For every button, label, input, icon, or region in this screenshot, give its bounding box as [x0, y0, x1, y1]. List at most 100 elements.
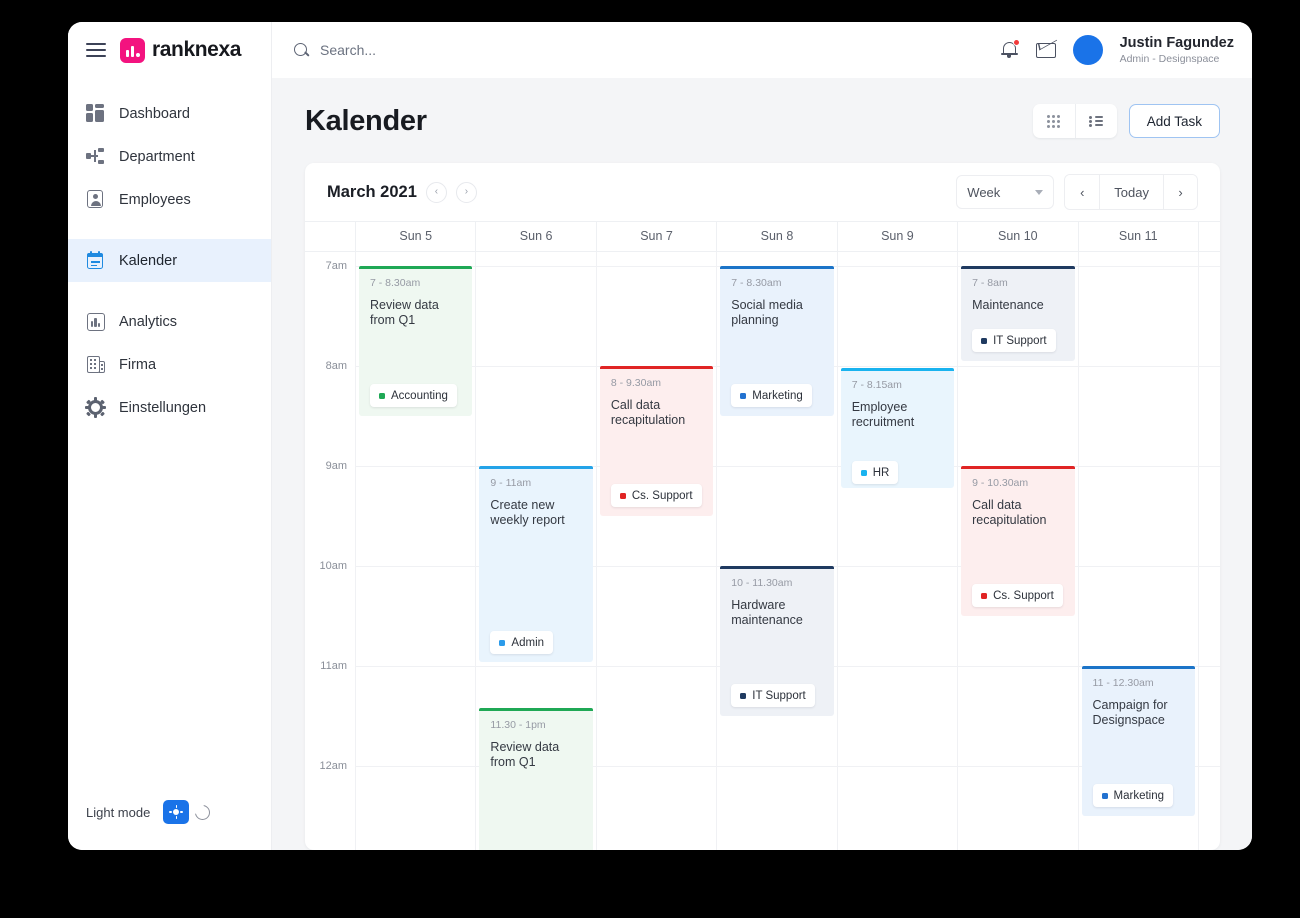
building-icon [86, 355, 105, 374]
light-mode-label: Light mode [86, 804, 151, 820]
event-title: Review data from Q1 [370, 298, 439, 327]
bell-icon[interactable] [1000, 39, 1020, 60]
event-accent-bar [359, 266, 473, 269]
event-title: Call data recapitulation [610, 398, 686, 427]
day-column-partial[interactable] [1197, 252, 1220, 850]
event-tag[interactable]: HR [851, 461, 899, 484]
day-column[interactable]: 8 - 9.30am Call data recapitulation Cs. Su… [595, 252, 716, 850]
event-tag[interactable]: Marketing [1092, 784, 1174, 807]
event-time: 7 - 8.30am [731, 277, 782, 289]
sidebar-divider [68, 282, 271, 300]
brand-name: ranknexa [152, 38, 242, 61]
event-tag[interactable]: IT Support [731, 684, 815, 707]
sidebar-item-label: Einstellungen [119, 399, 207, 416]
avatar[interactable] [1072, 35, 1103, 65]
page-header: Kalender Add Task [305, 104, 1220, 138]
sidebar-item-label: Kalender [119, 252, 178, 269]
hour-label: 8am [325, 360, 347, 372]
tag-label: IT Support [993, 334, 1047, 347]
hour-label: 10am [319, 560, 347, 572]
tag-label: Marketing [752, 389, 803, 402]
sidebar-item-department[interactable]: Department [68, 135, 271, 178]
event-time: 7 - 8.15am [851, 379, 902, 391]
mail-icon[interactable] [1035, 42, 1056, 58]
calendar-day-headers: Sun 5 Sun 6 Sun 7 Sun 8 Sun 9 Sun 10 Sun 11 [305, 222, 1220, 252]
event-title: Social media planning [731, 298, 803, 327]
tag-label: Accounting [391, 389, 448, 402]
chevron-left-icon[interactable]: ‹ [425, 181, 447, 203]
sun-icon[interactable] [163, 800, 190, 824]
event-accent-bar [961, 466, 1075, 469]
sidebar-item-kalender[interactable]: Kalender [68, 239, 271, 282]
day-column[interactable]: 9 - 11am Create new weekly report Admin 11.… [475, 252, 595, 850]
hour-label: 7am [325, 260, 347, 272]
event-time: 9 - 11am [490, 477, 532, 489]
tag-dot-icon [860, 469, 867, 476]
theme-toggle[interactable] [163, 800, 211, 824]
event-tag[interactable]: Accounting [370, 384, 457, 407]
sidebar-item-einstellungen[interactable]: Einstellungen [68, 386, 271, 429]
sidebar-item-firma[interactable]: Firma [68, 343, 271, 386]
month-label: March 2021 [327, 182, 417, 201]
day-header: Sun 9 [836, 222, 957, 251]
view-toggle [1032, 104, 1117, 138]
event-tag[interactable]: Cs. Support [972, 584, 1063, 607]
topbar-right: Justin Fagundez Admin - Designspace [1000, 34, 1252, 65]
calendar-toolbar-right: Week ‹ Today › [956, 174, 1198, 210]
sidebar-item-analytics[interactable]: Analytics [68, 300, 271, 343]
user-card-icon [86, 190, 105, 209]
day-column[interactable]: 7 - 8.30am Review data from Q1 Accounting [355, 252, 475, 850]
today-button[interactable]: Today [1099, 175, 1163, 209]
event-tag[interactable]: IT Support [972, 329, 1056, 352]
tag-label: Marketing [1113, 789, 1165, 802]
tag-dot-icon [981, 337, 988, 344]
add-task-button[interactable]: Add Task [1128, 104, 1220, 138]
day-header-partial [1197, 222, 1220, 251]
day-column[interactable]: 7 - 8.30am Social media planning Marketing… [716, 252, 836, 850]
event-tag[interactable]: Cs. Support [610, 484, 702, 507]
event-accent-bar [479, 708, 593, 711]
calendar-event[interactable]: 11.30 - 1pm Review data from Q1 [479, 708, 593, 850]
event-title: Maintenance [972, 298, 1044, 312]
chevron-right-icon[interactable]: › [455, 181, 477, 203]
time-gutter: 7am 8am 9am 10am 11am 12am [305, 252, 355, 850]
event-title: Hardware maintenance [731, 598, 803, 627]
event-time: 7 - 8am [972, 277, 1008, 289]
sidebar-item-employees[interactable]: Employees [68, 178, 271, 221]
tag-label: Cs. Support [631, 489, 693, 502]
next-week-button[interactable]: › [1163, 175, 1197, 209]
day-header: Sun 7 [595, 222, 716, 251]
calendar-icon [86, 251, 105, 270]
hamburger-icon[interactable] [86, 43, 106, 57]
day-column[interactable]: 7 - 8.15am Employee recruitment HR [836, 252, 957, 850]
day-column[interactable]: 11 - 12.30am Campaign for Designspace Mark… [1077, 252, 1198, 850]
calendar-body: 7am 8am 9am 10am 11am 12am 7 - 8.30am Review d… [305, 252, 1220, 850]
event-title: Create new weekly report [490, 498, 565, 527]
search-input[interactable] [320, 42, 620, 58]
user-info[interactable]: Justin Fagundez Admin - Designspace [1120, 34, 1234, 65]
page-title: Kalender [305, 104, 427, 137]
prev-week-button[interactable]: ‹ [1065, 175, 1100, 209]
event-tag[interactable]: Admin [490, 631, 554, 654]
time-gutter-header [305, 222, 355, 251]
tag-dot-icon [619, 492, 626, 499]
sidebar-item-label: Analytics [119, 313, 178, 330]
day-header: Sun 5 [355, 222, 475, 251]
dashboard-icon [86, 104, 105, 123]
moon-icon[interactable] [195, 804, 211, 820]
sidebar-item-label: Employees [119, 191, 191, 208]
app-logo[interactable]: ranknexa [120, 37, 242, 63]
tag-label: Cs. Support [993, 589, 1054, 602]
sidebar-item-label: Department [119, 148, 195, 165]
list-view-button[interactable] [1074, 104, 1117, 138]
view-select[interactable]: Week [956, 175, 1055, 209]
grid-view-button[interactable] [1033, 104, 1075, 138]
day-column[interactable]: 7 - 8am Maintenance IT Support 9 - 10.30am C… [957, 252, 1077, 850]
day-columns: 7 - 8.30am Review data from Q1 Accounting 9… [355, 252, 1220, 850]
event-accent-bar [961, 266, 1075, 269]
day-header: Sun 8 [716, 222, 836, 251]
day-header: Sun 6 [475, 222, 595, 251]
sidebar-item-dashboard[interactable]: Dashboard [68, 92, 271, 135]
sidebar-item-label: Dashboard [119, 105, 190, 122]
event-tag[interactable]: Marketing [731, 384, 812, 407]
